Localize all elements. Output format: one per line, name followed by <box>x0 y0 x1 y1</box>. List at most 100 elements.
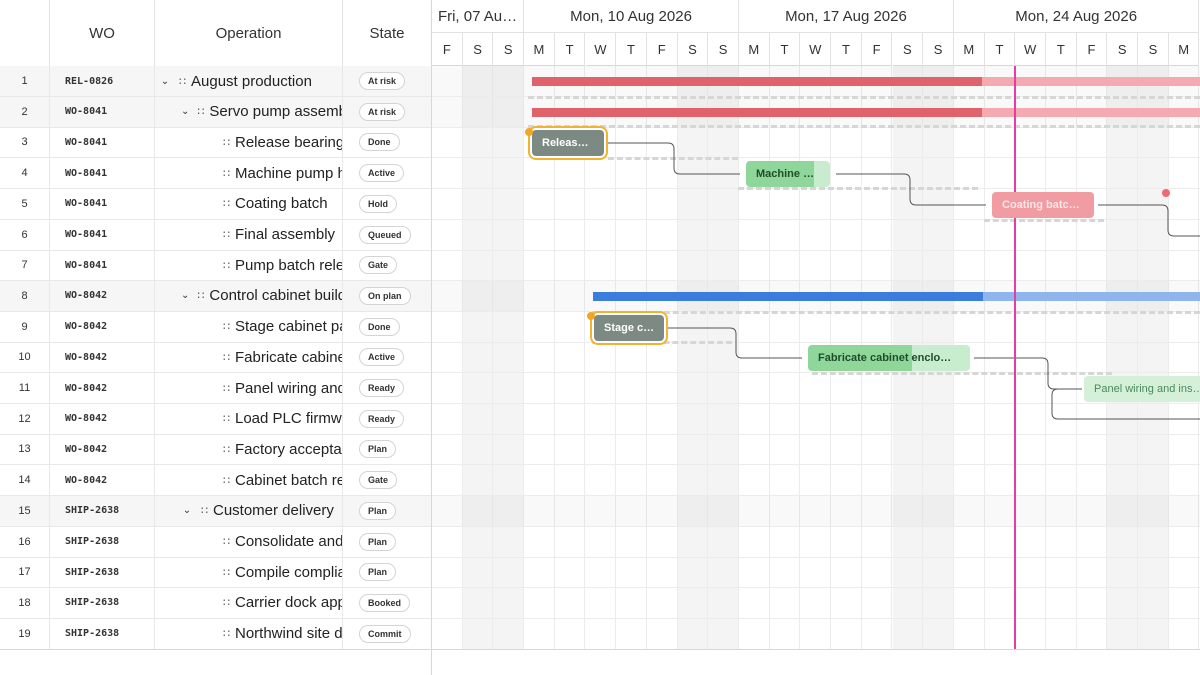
operation-cell[interactable]: ∷ Machine pump housing <box>155 158 343 189</box>
operation-cell[interactable]: ∷ Panel wiring and inspection <box>155 373 343 403</box>
operation-cell[interactable]: ∷ Carrier dock appointment <box>155 587 343 618</box>
chart-row <box>432 496 1200 527</box>
grid-row[interactable]: 8 WO-8042 ⌄ ∷ Control cabinet build On plan <box>0 280 431 312</box>
day-header: S <box>1107 33 1139 66</box>
drag-handle-icon[interactable]: ∷ <box>223 474 230 487</box>
drag-handle-icon[interactable]: ∷ <box>223 596 230 609</box>
day-header: W <box>1015 33 1046 66</box>
drag-handle-icon[interactable]: ∷ <box>223 382 230 395</box>
operation-cell[interactable]: ∷ Coating batch <box>155 188 343 219</box>
task-bar-release-bearing[interactable]: Releas… <box>532 130 604 156</box>
grid-row[interactable]: 2 WO-8041 ⌄ ∷ Servo pump assembly At risk <box>0 96 431 128</box>
operation-cell[interactable]: ⌄ ∷ Servo pump assembly <box>155 96 343 127</box>
state-column-header[interactable]: State <box>343 0 431 66</box>
gantt-chart[interactable]: F S S M T W T F S S M T W T F S S M T W T F S S M Fri, 07 Au… Mon,… <box>432 0 1200 675</box>
chart-row <box>432 465 1200 497</box>
state-cell: Done <box>343 312 431 342</box>
operation-cell[interactable]: ∷ Stage cabinet parts <box>155 311 343 342</box>
drag-handle-icon[interactable]: ∷ <box>223 412 230 425</box>
grid-row[interactable]: 18SHIP-2638 ∷ Carrier dock appointment Book… <box>0 587 431 619</box>
drag-handle-icon[interactable]: ∷ <box>223 443 230 456</box>
status-badge: On plan <box>359 286 411 305</box>
grid-row[interactable]: 19SHIP-2638 ∷ Northwind site delivery Commi… <box>0 618 431 650</box>
chevron-down-icon[interactable]: ⌄ <box>181 505 193 516</box>
task-bar-panel-wiring[interactable]: Panel wiring and ins… <box>1084 376 1200 402</box>
summary-bar-control-cabinet[interactable] <box>593 292 1200 301</box>
summary-bar-august-production[interactable] <box>532 77 1200 86</box>
operation-cell[interactable]: ∷ Northwind site delivery <box>155 618 343 649</box>
status-badge: At risk <box>359 72 406 90</box>
grid-row[interactable]: 14WO-8042 ∷ Cabinet batch release Gate <box>0 465 431 497</box>
summary-bar-servo-pump[interactable] <box>532 108 1200 117</box>
grid-row[interactable]: 15 SHIP-2638 ⌄ ∷ Customer delivery Plan <box>0 495 431 527</box>
wo-cell: WO-8041 <box>50 219 155 250</box>
operation-cell[interactable]: ⌄ ∷ August production <box>155 66 343 96</box>
drag-handle-icon[interactable]: ∷ <box>197 289 204 302</box>
chart-row <box>432 404 1200 435</box>
wo-cell: SHIP-2638 <box>50 526 155 557</box>
drag-handle-icon[interactable]: ∷ <box>223 627 230 640</box>
task-bar-stage-cabinet[interactable]: Stage c… <box>594 315 664 341</box>
operation-cell[interactable]: ∷ Pump batch release <box>155 250 343 281</box>
grid-row[interactable]: 9WO-8042 ∷ Stage cabinet parts Done <box>0 311 431 343</box>
wo-cell: WO-8041 <box>50 96 155 127</box>
drag-handle-icon[interactable]: ∷ <box>223 228 230 241</box>
task-bar-coating-batch[interactable]: Coating batc… <box>992 192 1094 218</box>
link-handle[interactable] <box>525 128 533 136</box>
drag-handle-icon[interactable]: ∷ <box>223 259 230 272</box>
day-header: T <box>984 33 1016 66</box>
operation-cell[interactable]: ∷ Load PLC firmware <box>155 403 343 434</box>
chevron-down-icon[interactable]: ⌄ <box>159 76 171 87</box>
wo-column-header[interactable]: WO <box>50 0 155 66</box>
week-header: Fri, 07 Au… <box>432 0 525 33</box>
grid-row[interactable]: 17SHIP-2638 ∷ Compile compliance docs Plan <box>0 557 431 589</box>
drag-handle-icon[interactable]: ∷ <box>201 504 208 517</box>
operation-cell[interactable]: ∷ Final assembly <box>155 219 343 250</box>
operation-cell[interactable]: ∷ Cabinet batch release <box>155 465 343 496</box>
operation-cell[interactable]: ⌄ ∷ Customer delivery <box>155 495 343 526</box>
drag-handle-icon[interactable]: ∷ <box>223 320 230 333</box>
state-cell: Active <box>343 342 431 372</box>
chart-row <box>432 588 1200 619</box>
grid-row[interactable]: 6 WO-8041 ∷ Final assembly Queued <box>0 219 431 251</box>
grid-row[interactable]: 4WO-8041 ∷ Machine pump housing Active <box>0 158 431 190</box>
drag-handle-icon[interactable]: ∷ <box>223 136 230 149</box>
operation-cell[interactable]: ∷ Consolidate and pack <box>155 526 343 557</box>
drag-handle-icon[interactable]: ∷ <box>223 566 230 579</box>
operation-cell[interactable]: ∷ Fabricate cabinet enclosure <box>155 342 343 373</box>
operation-column-header[interactable]: Operation <box>155 0 343 66</box>
chevron-down-icon[interactable]: ⌄ <box>181 106 189 117</box>
operation-cell[interactable]: ∷ Compile compliance docs <box>155 557 343 588</box>
day-header: F <box>861 33 893 66</box>
grid-row[interactable]: 1 REL-0826 ⌄ ∷ August production At risk <box>0 66 431 97</box>
grid-row[interactable]: 10WO-8042 ∷ Fabricate cabinet enclosure Act… <box>0 342 431 374</box>
drag-handle-icon[interactable]: ∷ <box>223 167 230 180</box>
grid-row[interactable]: 11WO-8042 ∷ Panel wiring and inspection Rea… <box>0 373 431 404</box>
grid-row[interactable]: 3WO-8041 ∷ Release bearing kit Done <box>0 127 431 159</box>
grid-row[interactable]: 13WO-8042 ∷ Factory acceptance Plan <box>0 434 431 466</box>
drag-handle-icon[interactable]: ∷ <box>223 197 230 210</box>
drag-handle-icon[interactable]: ∷ <box>223 535 230 548</box>
operation-cell[interactable]: ⌄ ∷ Control cabinet build <box>155 280 343 311</box>
grid-row[interactable]: 12WO-8042 ∷ Load PLC firmware Ready <box>0 403 431 435</box>
grid-row[interactable]: 16SHIP-2638 ∷ Consolidate and pack Plan <box>0 526 431 558</box>
drag-handle-icon[interactable]: ∷ <box>223 351 230 364</box>
state-cell: Commit <box>343 619 431 649</box>
week-label: Mon, 24 Aug 2026 <box>1015 7 1138 25</box>
week-header: Mon, 17 Aug 2026 <box>739 0 954 33</box>
drag-handle-icon[interactable]: ∷ <box>197 105 204 118</box>
task-bar-fabricate-cabinet[interactable]: Fabricate cabinet enclo… <box>808 345 970 371</box>
wo-cell: WO-8041 <box>50 127 155 158</box>
grid-row[interactable]: 5 WO-8041 ∷ Coating batch Hold <box>0 188 431 220</box>
drag-handle-icon[interactable]: ∷ <box>179 75 186 88</box>
link-handle[interactable] <box>587 312 595 320</box>
chevron-down-icon[interactable]: ⌄ <box>181 290 189 301</box>
grid-row[interactable]: 7WO-8041 ∷ Pump batch release Gate <box>0 250 431 282</box>
task-bar-machine-pump[interactable]: Machine … <box>746 161 830 187</box>
link-handle[interactable] <box>1162 189 1170 197</box>
operation-cell[interactable]: ∷ Release bearing kit <box>155 127 343 158</box>
week-header: Mon, 24 Aug 2026 <box>953 0 1200 33</box>
operation-cell[interactable]: ∷ Factory acceptance <box>155 434 343 465</box>
status-badge: Commit <box>359 624 411 643</box>
status-badge: Plan <box>359 532 397 551</box>
